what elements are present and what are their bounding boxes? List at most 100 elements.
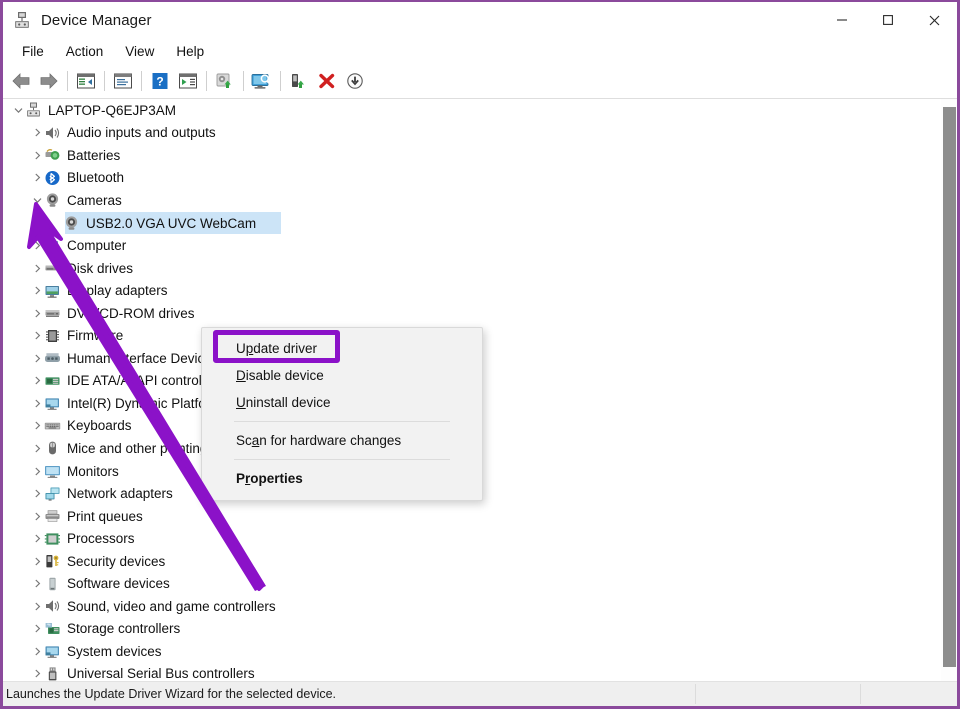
disk-drive-icon — [44, 260, 62, 276]
chevron-down-icon[interactable] — [11, 106, 25, 115]
context-menu-item-disable-device[interactable]: Disable device — [202, 362, 482, 389]
tree-item-storage-controllers[interactable]: Storage controllers — [3, 618, 957, 641]
properties-icon[interactable] — [109, 68, 137, 94]
chevron-right-icon[interactable] — [30, 444, 44, 453]
chevron-right-icon[interactable] — [30, 534, 44, 543]
chevron-right-icon[interactable] — [30, 489, 44, 498]
uninstall-device-icon[interactable] — [313, 68, 341, 94]
tree-item-cameras[interactable]: Cameras — [3, 189, 957, 212]
tree-item-processors[interactable]: Processors — [3, 527, 957, 550]
camera-icon — [63, 215, 81, 231]
dvd-drive-icon — [44, 305, 62, 321]
chevron-right-icon[interactable] — [30, 399, 44, 408]
chevron-right-icon[interactable] — [30, 151, 44, 160]
scan-for-hardware-changes-icon[interactable] — [248, 68, 276, 94]
chevron-right-icon[interactable] — [30, 286, 44, 295]
chevron-right-icon[interactable] — [30, 309, 44, 318]
minimize-button[interactable] — [819, 2, 865, 38]
help-icon[interactable]: ? — [146, 68, 174, 94]
tree-item-software-devices[interactable]: Software devices — [3, 572, 957, 595]
chevron-right-icon[interactable] — [30, 421, 44, 430]
chevron-right-icon[interactable] — [30, 624, 44, 633]
tree-item-print-queues[interactable]: Print queues — [3, 505, 957, 528]
chevron-right-icon[interactable] — [30, 128, 44, 137]
tree-item-label: Bluetooth — [67, 170, 125, 186]
computer-icon — [44, 238, 62, 254]
chevron-right-icon[interactable] — [30, 602, 44, 611]
context-menu-item-properties[interactable]: Properties — [202, 465, 482, 492]
back-icon[interactable] — [7, 68, 35, 94]
tree-item-label: Monitors — [67, 463, 119, 479]
status-bar-divider — [860, 684, 861, 704]
tree-item-security-devices[interactable]: Security devices — [3, 550, 957, 573]
toolbar: ? — [3, 64, 957, 99]
tree-item-label: Computer — [67, 238, 127, 254]
tree-item-audio-inputs-and-outputs[interactable]: Audio inputs and outputs — [3, 122, 957, 145]
monitor-icon — [44, 463, 62, 479]
show-hide-action-pane-icon[interactable] — [174, 68, 202, 94]
computer-icon — [25, 102, 43, 118]
tree-item-label: Network adapters — [67, 486, 173, 502]
tree-item-label: Security devices — [67, 553, 166, 569]
tree-item-disk-drives[interactable]: Disk drives — [3, 257, 957, 280]
device-manager-window: Device Manager File Action View Help ? L… — [0, 0, 960, 709]
menu-file[interactable]: File — [11, 42, 55, 61]
menu-view[interactable]: View — [114, 42, 165, 61]
window-title: Device Manager — [41, 11, 152, 29]
tree-item-label: Print queues — [67, 508, 143, 524]
tree-item-system-devices[interactable]: System devices — [3, 640, 957, 663]
tree-item-label: Software devices — [67, 576, 170, 592]
maximize-button[interactable] — [865, 2, 911, 38]
tree-item-sound-video-and-game-controllers[interactable]: Sound, video and game controllers — [3, 595, 957, 618]
tree-item-label: System devices — [67, 643, 162, 659]
context-menu-item-uninstall-device[interactable]: Uninstall device — [202, 389, 482, 416]
tree-item-computer[interactable]: Computer — [3, 234, 957, 257]
chevron-down-icon[interactable] — [30, 196, 44, 205]
menu-help[interactable]: Help — [165, 42, 215, 61]
tree-vertical-scrollbar[interactable] — [941, 99, 957, 681]
security-device-icon — [44, 553, 62, 569]
speaker-icon — [44, 125, 62, 141]
chevron-right-icon[interactable] — [30, 173, 44, 182]
keyboard-icon — [44, 418, 62, 434]
tree-item-bluetooth[interactable]: Bluetooth — [3, 167, 957, 190]
tree-item-universal-serial-bus-controllers[interactable]: Universal Serial Bus controllers — [3, 663, 957, 681]
close-button[interactable] — [911, 2, 957, 38]
annotation-highlight-box — [213, 330, 340, 363]
tree-item-display-adapters[interactable]: Display adapters — [3, 279, 957, 302]
tree-item-dvd-cd-rom-drives[interactable]: DVD/CD-ROM drives — [3, 302, 957, 325]
show-hide-console-tree-icon[interactable] — [72, 68, 100, 94]
tree-item-label: Keyboards — [67, 418, 132, 434]
usb-controller-icon — [44, 666, 62, 681]
disable-device-icon[interactable] — [341, 68, 369, 94]
network-adapter-icon — [44, 486, 62, 502]
tree-item-root[interactable]: LAPTOP-Q6EJP3AM — [3, 99, 957, 122]
menu-action[interactable]: Action — [55, 42, 115, 61]
tree-item-label: Disk drives — [67, 260, 134, 276]
forward-icon[interactable] — [35, 68, 63, 94]
tree-item-label: Audio inputs and outputs — [67, 125, 216, 141]
chevron-right-icon[interactable] — [30, 512, 44, 521]
chevron-right-icon[interactable] — [30, 241, 44, 250]
chevron-right-icon[interactable] — [30, 579, 44, 588]
chevron-right-icon[interactable] — [30, 376, 44, 385]
tree-item-batteries[interactable]: Batteries — [3, 144, 957, 167]
speaker-icon — [44, 598, 62, 614]
tree-item-label: LAPTOP-Q6EJP3AM — [48, 102, 177, 118]
tree-item-label: DVD/CD-ROM drives — [67, 305, 195, 321]
update-driver-icon[interactable] — [211, 68, 239, 94]
firmware-icon — [44, 328, 62, 344]
chevron-right-icon[interactable] — [30, 669, 44, 678]
chevron-right-icon[interactable] — [30, 264, 44, 273]
enable-device-icon[interactable] — [285, 68, 313, 94]
chevron-right-icon[interactable] — [30, 354, 44, 363]
chevron-right-icon[interactable] — [30, 557, 44, 566]
chevron-right-icon[interactable] — [30, 467, 44, 476]
scrollbar-thumb[interactable] — [943, 107, 956, 667]
chevron-right-icon[interactable] — [30, 331, 44, 340]
toolbar-separator — [206, 71, 207, 91]
tree-item-usb20-vga-uvc-webcam[interactable]: USB2.0 VGA UVC WebCam — [3, 211, 957, 235]
chevron-right-icon[interactable] — [30, 647, 44, 656]
context-menu-item-scan-for-hardware-changes[interactable]: Scan for hardware changes — [202, 427, 482, 454]
tree-item-label: Cameras — [67, 192, 122, 208]
